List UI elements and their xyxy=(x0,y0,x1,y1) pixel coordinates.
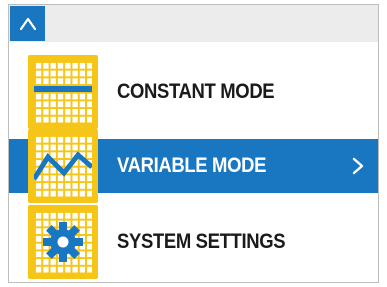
home-chevron-up-icon xyxy=(19,17,36,30)
menu-item-label: SYSTEM SETTINGS xyxy=(117,230,286,253)
menu-item-label: CONSTANT MODE xyxy=(117,80,275,103)
chevron-right-icon xyxy=(352,129,364,203)
top-bar xyxy=(9,5,378,42)
device-screen: CONSTANT MODE VARIABLE MODE SYSTEM SETTI… xyxy=(8,4,379,283)
constant-mode-tile xyxy=(28,55,98,129)
menu-item-system-settings[interactable]: SYSTEM SETTINGS xyxy=(9,205,378,279)
home-button[interactable] xyxy=(10,6,45,41)
system-settings-tile xyxy=(28,205,98,279)
variable-mode-tile xyxy=(28,129,98,203)
menu-item-variable-mode[interactable]: VARIABLE MODE xyxy=(9,129,378,203)
variable-wave-icon xyxy=(34,151,92,181)
menu-item-constant-mode[interactable]: CONSTANT MODE xyxy=(9,55,378,129)
gear-icon xyxy=(43,222,83,262)
constant-line-icon xyxy=(34,86,92,92)
menu-item-label: VARIABLE MODE xyxy=(117,154,267,177)
